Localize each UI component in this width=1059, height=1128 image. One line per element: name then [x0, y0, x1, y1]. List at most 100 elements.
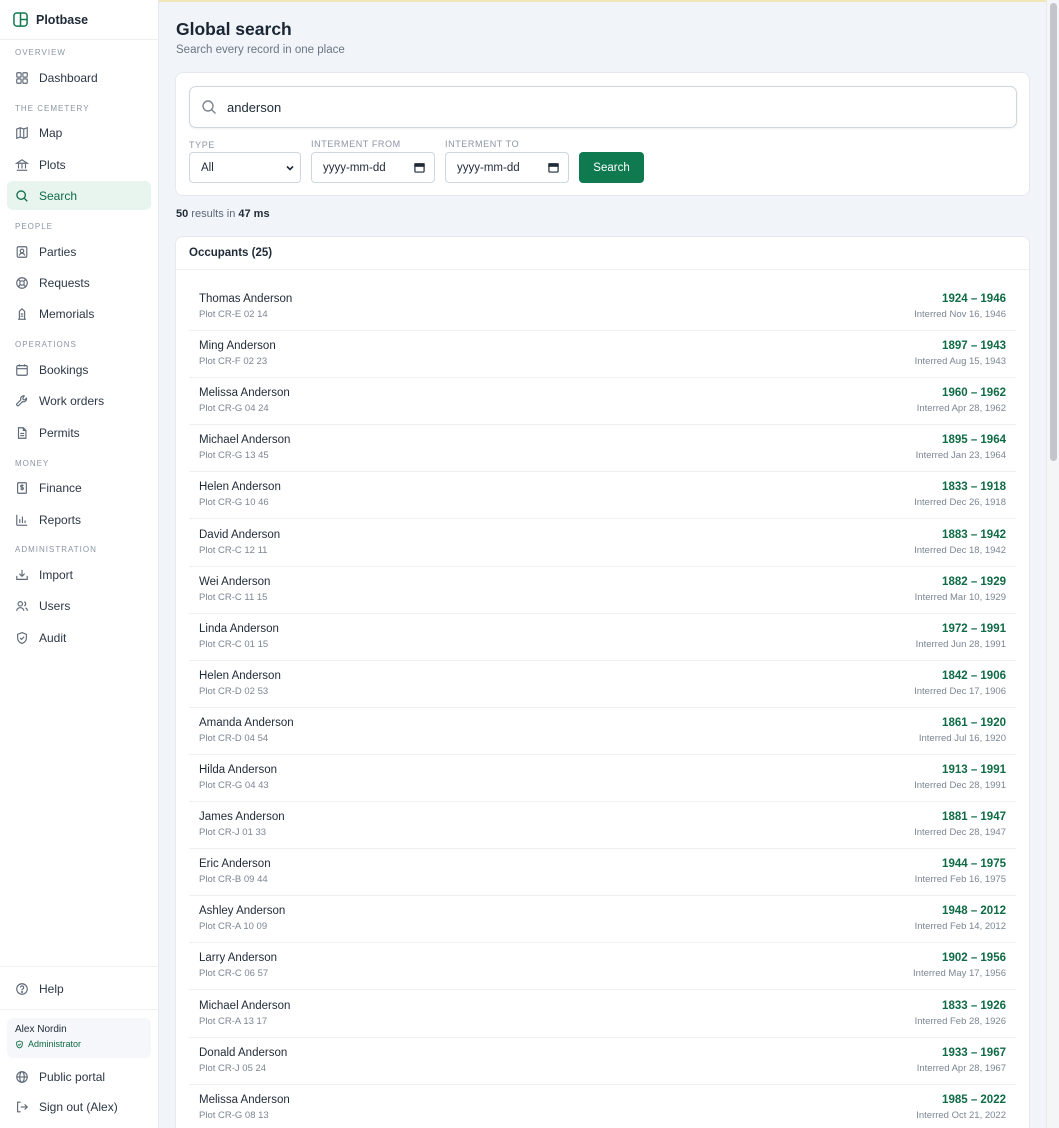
occupant-row[interactable]: Linda Anderson Plot CR-C 01 15 1972 – 1991…	[189, 614, 1016, 661]
occupants-card: Occupants (25) Thomas Anderson Plot CR-E …	[175, 236, 1030, 1128]
interment-to-placeholder: yyyy-mm-dd	[457, 161, 520, 174]
occupant-plot: Plot CR-G 04 24	[199, 403, 269, 415]
user-name: Alex Nordin	[15, 1024, 67, 1035]
occupant-years: 1960 – 1962	[942, 387, 1006, 400]
section-money: MONEY	[15, 459, 50, 468]
type-label: TYPE	[189, 140, 215, 150]
sidebar-item-requests[interactable]: Requests	[7, 268, 151, 297]
occupant-years: 1902 – 1956	[942, 952, 1006, 965]
results-count: 50	[176, 208, 189, 220]
sidebar-item-map[interactable]: Map	[7, 118, 151, 147]
sidebar-item-label: Search	[39, 188, 78, 203]
occupant-years: 1948 – 2012	[942, 905, 1006, 918]
occupant-plot: Plot CR-G 04 43	[199, 780, 269, 791]
sidebar-item-label: Public portal	[39, 1069, 106, 1084]
results-summary: 50 results in 47 ms	[176, 208, 270, 220]
occupant-interred-date: Interred May 17, 1956	[913, 968, 1006, 980]
occupant-row[interactable]: Larry Anderson Plot CR-C 06 57 1902 – 1956…	[189, 943, 1016, 991]
sidebar-item-import[interactable]: Import	[7, 560, 151, 589]
sidebar-item-label: Sign out (Alex)	[39, 1099, 118, 1114]
bar-chart-icon	[16, 514, 28, 526]
occupant-row[interactable]: Wei Anderson Plot CR-C 11 15 1882 – 1929 In…	[189, 567, 1016, 614]
document-icon	[17, 426, 27, 439]
occupant-row[interactable]: Ashley Anderson Plot CR-A 10 09 1948 – 201…	[189, 896, 1016, 944]
sidebar-divider	[0, 966, 158, 967]
occupant-plot: Plot CR-A 10 09	[199, 921, 268, 933]
search-box[interactable]	[189, 86, 1017, 128]
building-columns-icon	[15, 158, 29, 171]
sidebar-item-label: Audit	[39, 630, 67, 645]
scrollbar-thumb[interactable]	[1050, 3, 1057, 461]
sidebar-item-parties[interactable]: Parties	[7, 237, 151, 266]
occupant-years: 1895 – 1964	[942, 434, 1006, 447]
occupant-row[interactable]: Michael Anderson Plot CR-A 13 17 1833 – 19…	[189, 991, 1016, 1038]
occupant-years: 1933 – 1967	[942, 1046, 1006, 1059]
occupant-row[interactable]: Thomas Anderson Plot CR-E 02 14 1924 – 194…	[189, 284, 1016, 331]
sidebar-item-search[interactable]: Search	[7, 181, 151, 210]
occupant-name: Helen Anderson	[199, 669, 281, 682]
calendar-icon	[16, 363, 28, 376]
search-button[interactable]: Search	[579, 152, 644, 183]
occupants-heading: Occupants (25)	[176, 237, 1029, 270]
sidebar-item-sign-out[interactable]: Sign out (Alex)	[7, 1092, 151, 1121]
occupant-row[interactable]: Helen Anderson Plot CR-G 10 46 1833 – 1918…	[189, 472, 1016, 520]
occupant-years: 1924 – 1946	[942, 293, 1006, 305]
plotbase-logo-icon	[13, 12, 28, 27]
results-time: 47 ms	[238, 208, 270, 220]
sidebar-item-label: Memorials	[39, 306, 95, 321]
user-card[interactable]: Alex Nordin Administrator	[7, 1018, 151, 1058]
sidebar-item-users[interactable]: Users	[7, 591, 151, 620]
occupant-name: Linda Anderson	[199, 622, 279, 635]
occupant-plot: Plot CR-C 06 57	[199, 968, 269, 980]
occupant-interred-date: Interred Jan 23, 1964	[915, 450, 1006, 462]
occupant-row[interactable]: Amanda Anderson Plot CR-D 04 54 1861 – 192…	[189, 708, 1016, 755]
sidebar-item-help[interactable]: Help	[7, 974, 151, 1003]
occupant-row[interactable]: Eric Anderson Plot CR-B 09 44 1944 – 1975 I…	[189, 849, 1016, 897]
sidebar-item-dashboard[interactable]: Dashboard	[7, 63, 151, 92]
main-content: Global search Search every record in one…	[159, 0, 1045, 1128]
interment-from-placeholder: yyyy-mm-dd	[323, 161, 386, 174]
occupant-row[interactable]: Melissa Anderson Plot CR-G 08 13 1985 – 20…	[189, 1085, 1016, 1128]
interment-to-label: INTERMENT TO	[445, 139, 520, 149]
interment-from-input[interactable]: yyyy-mm-dd	[311, 152, 435, 183]
sidebar-item-work-orders[interactable]: Work orders	[7, 386, 151, 415]
sidebar-item-reports[interactable]: Reports	[7, 505, 151, 534]
occupant-plot: Plot CR-F 02 23	[199, 356, 268, 368]
sidebar-item-label: Dashboard	[39, 70, 98, 85]
brand[interactable]: Plotbase	[0, 0, 158, 40]
section-cemetery: THE CEMETERY	[15, 104, 90, 113]
sidebar-item-finance[interactable]: Finance	[7, 473, 151, 502]
occupant-years: 1972 – 1991	[942, 622, 1006, 635]
occupant-name: Larry Anderson	[199, 952, 277, 965]
sidebar-item-memorials[interactable]: Memorials	[7, 299, 151, 328]
sign-out-icon	[17, 1101, 29, 1112]
sidebar-item-audit[interactable]: Audit	[7, 623, 151, 652]
occupant-row[interactable]: Donald Anderson Plot CR-J 05 24 1933 – 196…	[189, 1038, 1016, 1085]
occupant-name: Donald Anderson	[199, 1046, 288, 1059]
occupant-name: James Anderson	[199, 811, 285, 824]
type-select[interactable]: All	[189, 152, 301, 183]
occupant-row[interactable]: Michael Anderson Plot CR-G 13 45 1895 – 19…	[189, 425, 1016, 473]
occupant-plot: Plot CR-J 01 33	[199, 827, 267, 839]
sidebar-item-label: Requests	[39, 275, 90, 290]
occupant-row[interactable]: David Anderson Plot CR-C 12 11 1883 – 1942…	[189, 520, 1016, 567]
sidebar-item-public-portal[interactable]: Public portal	[7, 1062, 151, 1091]
occupant-row[interactable]: Helen Anderson Plot CR-D 02 53 1842 – 1906…	[189, 661, 1016, 708]
occupant-years: 1882 – 1929	[942, 575, 1006, 588]
page-title: Global search	[176, 19, 292, 39]
page-scrollbar[interactable]	[1046, 0, 1059, 1128]
shield-check-icon	[16, 1040, 23, 1048]
sidebar-item-permits[interactable]: Permits	[7, 418, 151, 447]
receipt-dollar-icon	[17, 481, 27, 494]
occupant-row[interactable]: Ming Anderson Plot CR-F 02 23 1897 – 1943 I…	[189, 331, 1016, 379]
occupant-row[interactable]: Hilda Anderson Plot CR-G 04 43 1913 – 1991…	[189, 755, 1016, 802]
sidebar-item-plots[interactable]: Plots	[7, 150, 151, 179]
search-input[interactable]	[227, 99, 987, 115]
occupant-row[interactable]: James Anderson Plot CR-J 01 33 1881 – 1947…	[189, 802, 1016, 850]
sidebar-item-bookings[interactable]: Bookings	[7, 355, 151, 384]
occupant-row[interactable]: Melissa Anderson Plot CR-G 04 24 1960 – 19…	[189, 378, 1016, 426]
interment-to-input[interactable]: yyyy-mm-dd	[445, 152, 569, 183]
lifebuoy-icon	[16, 276, 28, 289]
occupant-years: 1897 – 1943	[942, 340, 1006, 353]
occupant-interred-date: Interred Feb 14, 2012	[914, 921, 1006, 933]
